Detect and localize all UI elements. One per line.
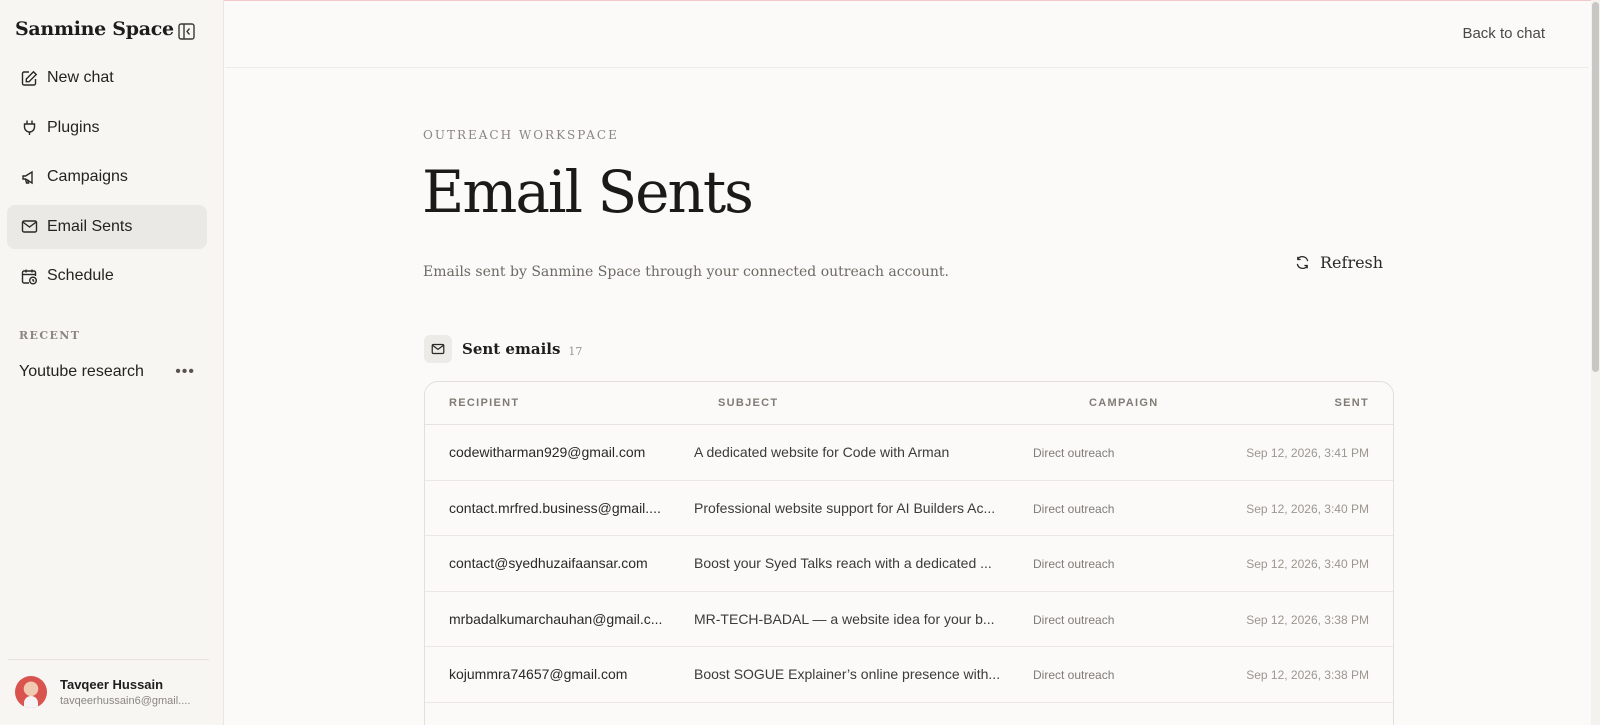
- cell-sent: Sep 12, 2026, 3:38 PM: [1246, 668, 1369, 683]
- page-eyebrow: OUTREACH WORKSPACE: [423, 128, 619, 142]
- sidebar-item-label: New chat: [47, 69, 114, 86]
- table-row[interactable]: mrbadalkumarchauhan@gmail.c... MR-TECH-B…: [425, 592, 1393, 648]
- table-row[interactable]: kojummra74657@gmail.com Boost SOGUE Expl…: [425, 647, 1393, 703]
- sidebar-item-label: Plugins: [47, 118, 100, 136]
- cell-sent: Sep 12, 2026, 3:41 PM: [1246, 446, 1369, 460]
- cell-recipient: mrbadalkumarchauhan@gmail.c...: [449, 610, 663, 627]
- brand-name: Sanmine Space: [15, 18, 174, 40]
- refresh-button[interactable]: Refresh: [1295, 251, 1383, 273]
- col-recipient: RECIPIENT: [449, 397, 520, 409]
- cell-recipient: contact@syedhuzaifaansar.com: [449, 555, 648, 572]
- calendar-clock-icon: [20, 267, 38, 285]
- cell-subject: Professional website support for AI Buil…: [694, 499, 996, 516]
- table-row[interactable]: contact.mrfred.business@gmail.... Profes…: [425, 481, 1393, 537]
- col-sent: SENT: [1334, 397, 1369, 409]
- cell-subject: Boost SOGUE Explainer’s online presence …: [694, 666, 1001, 683]
- cell-sent: Sep 12, 2026, 3:40 PM: [1246, 557, 1369, 572]
- table-row[interactable]: contact@syedhuzaifaansar.com Boost your …: [425, 536, 1393, 592]
- back-to-chat-link[interactable]: Back to chat: [1462, 25, 1545, 42]
- cell-recipient: contact.mrfred.business@gmail....: [449, 499, 661, 516]
- cell-sent: Sep 12, 2026, 3:40 PM: [1246, 501, 1369, 516]
- sidebar-item-plugins[interactable]: Plugins: [7, 106, 207, 150]
- section-count: 17: [568, 344, 583, 358]
- plug-icon: [20, 119, 38, 137]
- edit-icon: [20, 69, 38, 87]
- cell-campaign: Direct outreach: [1033, 668, 1115, 683]
- refresh-icon: [1295, 255, 1310, 270]
- page-title: Email Sents: [422, 158, 754, 226]
- sent-emails-section-header: Sent emails 17: [424, 334, 582, 364]
- recent-item-label: Youtube research: [19, 363, 144, 380]
- sidebar-item-new-chat[interactable]: New chat: [7, 56, 207, 100]
- table-row[interactable]: [425, 703, 1393, 725]
- user-name: Tavqeer Hussain: [60, 677, 164, 692]
- mail-icon: [20, 218, 38, 236]
- sidebar-collapse-icon[interactable]: [177, 22, 195, 40]
- cell-campaign: Direct outreach: [1033, 612, 1115, 627]
- main-header: Back to chat: [225, 0, 1589, 68]
- refresh-label: Refresh: [1320, 252, 1384, 272]
- scrollbar-thumb[interactable]: [1592, 2, 1599, 372]
- cell-subject: MR-TECH-BADAL — a website idea for your …: [694, 610, 995, 627]
- avatar: [15, 676, 47, 708]
- recent-item[interactable]: Youtube research •••: [7, 352, 207, 392]
- sent-emails-table: RECIPIENT SUBJECT CAMPAIGN SENT codewith…: [424, 381, 1394, 725]
- cell-campaign: Direct outreach: [1033, 557, 1115, 572]
- mail-icon: [424, 335, 452, 363]
- recent-heading: RECENT: [19, 329, 81, 342]
- user-divider: [8, 659, 209, 660]
- more-options-icon[interactable]: •••: [175, 363, 195, 381]
- sidebar-item-email-sents[interactable]: Email Sents: [7, 204, 207, 249]
- table-header: RECIPIENT SUBJECT CAMPAIGN SENT: [425, 382, 1393, 425]
- sidebar-item-schedule[interactable]: Schedule: [7, 254, 207, 298]
- sidebar-item-label: Email Sents: [47, 217, 133, 235]
- section-title: Sent emails: [462, 340, 561, 358]
- col-subject: SUBJECT: [718, 397, 779, 409]
- user-profile[interactable]: Tavqeer Hussain tavqeerhussain6@gmail...…: [12, 672, 208, 712]
- sidebar-nav: New chat Plugins Campaigns Email Sents S…: [7, 56, 207, 304]
- cell-recipient: kojummra74657@gmail.com: [449, 666, 628, 683]
- sidebar: Sanmine Space New chat Plugins Campaigns…: [0, 0, 224, 725]
- cell-campaign: Direct outreach: [1033, 446, 1115, 460]
- sidebar-item-label: Schedule: [47, 267, 114, 284]
- user-email: tavqeerhussain6@gmail....: [60, 695, 191, 707]
- megaphone-icon: [20, 168, 38, 186]
- sidebar-item-campaigns[interactable]: Campaigns: [7, 155, 207, 199]
- col-campaign: CAMPAIGN: [1089, 397, 1159, 409]
- cell-subject: Boost your Syed Talks reach with a dedic…: [694, 555, 992, 572]
- cell-recipient: codewitharman929@gmail.com: [449, 444, 646, 460]
- cell-subject: A dedicated website for Code with Arman: [694, 444, 950, 460]
- cell-campaign: Direct outreach: [1033, 501, 1115, 516]
- sidebar-item-label: Campaigns: [47, 168, 128, 185]
- page-subtitle: Emails sent by Sanmine Space through you…: [423, 264, 949, 280]
- cell-sent: Sep 12, 2026, 3:38 PM: [1246, 612, 1369, 627]
- table-row[interactable]: codewitharman929@gmail.com A dedicated w…: [425, 425, 1393, 481]
